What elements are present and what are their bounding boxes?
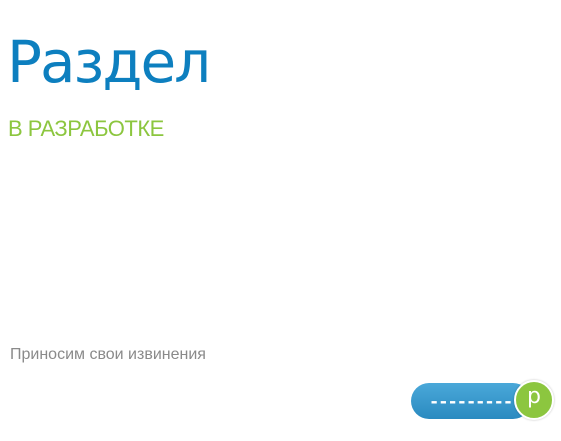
badge-button[interactable]: --------- [411,383,531,419]
under-construction-page: Раздел В РАЗРАБОТКЕ Приносим свои извине… [0,0,561,441]
badge-circle-letter: р [527,384,541,409]
apology-message: Приносим свои извинения [10,346,206,363]
badge-label: --------- [429,392,513,412]
page-subtitle: В РАЗРАБОТКЕ [8,116,164,141]
page-title: Раздел [7,28,211,96]
badge-logo-icon[interactable]: р [514,380,554,420]
